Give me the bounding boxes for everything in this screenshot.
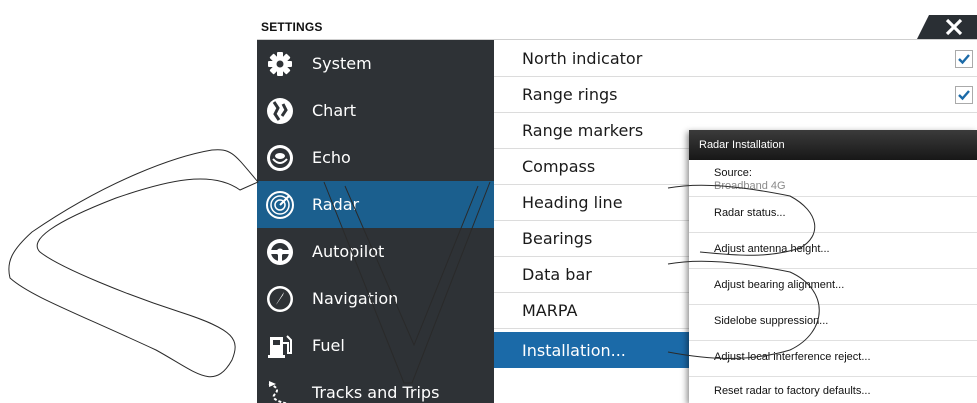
adjust-local-interference-reject-item[interactable]: Adjust local interference reject... (689, 341, 977, 377)
sidebar-item-label: Fuel (312, 336, 345, 355)
sidebar-item-label: Tracks and Trips (312, 383, 440, 402)
reset-radar-defaults-item[interactable]: Reset radar to factory defaults... (689, 377, 977, 403)
setting-label: Compass (522, 157, 596, 176)
adjust-antenna-height-item[interactable]: Adjust antenna height... (689, 233, 977, 269)
setting-label: Installation... (522, 341, 626, 360)
setting-label: Data bar (522, 265, 592, 284)
source-selector[interactable]: Source: Broadband 4G (689, 160, 977, 197)
dialog-item-label: Reset radar to factory defaults... (714, 385, 871, 397)
sidebar-item-label: Echo (312, 148, 351, 167)
setting-label: Heading line (522, 193, 623, 212)
checkmark-icon (958, 54, 970, 65)
adjust-bearing-alignment-item[interactable]: Adjust bearing alignment... (689, 269, 977, 305)
north-indicator-checkbox[interactable] (955, 50, 973, 68)
setting-label: Range markers (522, 121, 644, 140)
sidebar-item-fuel[interactable]: Fuel (257, 322, 494, 369)
echo-icon (267, 145, 293, 171)
source-value: Broadband 4G (714, 180, 786, 192)
dialog-header: Radar Installation (689, 130, 977, 160)
sidebar-item-label: Navigation (312, 289, 399, 308)
setting-north-indicator[interactable]: North indicator (494, 40, 977, 77)
source-label: Source: (714, 167, 752, 179)
radar-status-item[interactable]: Radar status... (689, 197, 977, 233)
compass-icon (267, 286, 293, 312)
setting-label: North indicator (522, 49, 643, 68)
sidebar-item-label: Radar (312, 195, 360, 214)
range-rings-checkbox[interactable] (955, 86, 973, 104)
setting-label: Range rings (522, 85, 618, 104)
sidebar-item-label: Autopilot (312, 242, 385, 261)
title-bar: SETTINGS (257, 15, 977, 40)
sidebar-item-radar[interactable]: Radar (257, 181, 494, 228)
fuel-pump-icon (268, 335, 292, 358)
close-button[interactable] (917, 15, 977, 39)
close-icon (917, 15, 977, 39)
sidebar-item-autopilot[interactable]: Autopilot (257, 228, 494, 275)
sidebar-item-label: Chart (312, 101, 356, 120)
sidebar-item-system[interactable]: System (257, 40, 494, 87)
sidebar-item-chart[interactable]: Chart (257, 87, 494, 134)
radar-icon (266, 191, 294, 219)
sidelobe-suppression-item[interactable]: Sidelobe suppression... (689, 305, 977, 341)
tracks-icon (268, 381, 290, 403)
sidebar-item-tracks-and-trips[interactable]: Tracks and Trips (257, 369, 494, 403)
setting-range-rings[interactable]: Range rings (494, 76, 977, 113)
setting-label: MARPA (522, 301, 578, 320)
dialog-item-label: Adjust bearing alignment... (714, 279, 845, 291)
sidebar-item-navigation[interactable]: Navigation (257, 275, 494, 322)
dialog-item-label: Adjust local interference reject... (714, 351, 871, 363)
dialog-item-label: Adjust antenna height... (714, 243, 830, 255)
gear-icon (268, 52, 292, 76)
window-title: SETTINGS (261, 20, 323, 34)
radar-installation-dialog: Radar Installation Source: Broadband 4G … (689, 130, 977, 403)
setting-label: Bearings (522, 229, 593, 248)
sidebar-item-echo[interactable]: Echo (257, 134, 494, 181)
dialog-item-label: Sidelobe suppression... (714, 315, 829, 327)
dialog-item-label: Radar status... (714, 207, 786, 219)
checkmark-icon (958, 90, 970, 101)
steering-wheel-icon (267, 239, 293, 265)
sidebar-item-label: System (312, 54, 372, 73)
chart-icon (267, 98, 293, 124)
settings-sidebar: System Chart Echo Radar Autopilot Naviga… (257, 40, 494, 403)
dialog-title: Radar Installation (699, 139, 785, 151)
